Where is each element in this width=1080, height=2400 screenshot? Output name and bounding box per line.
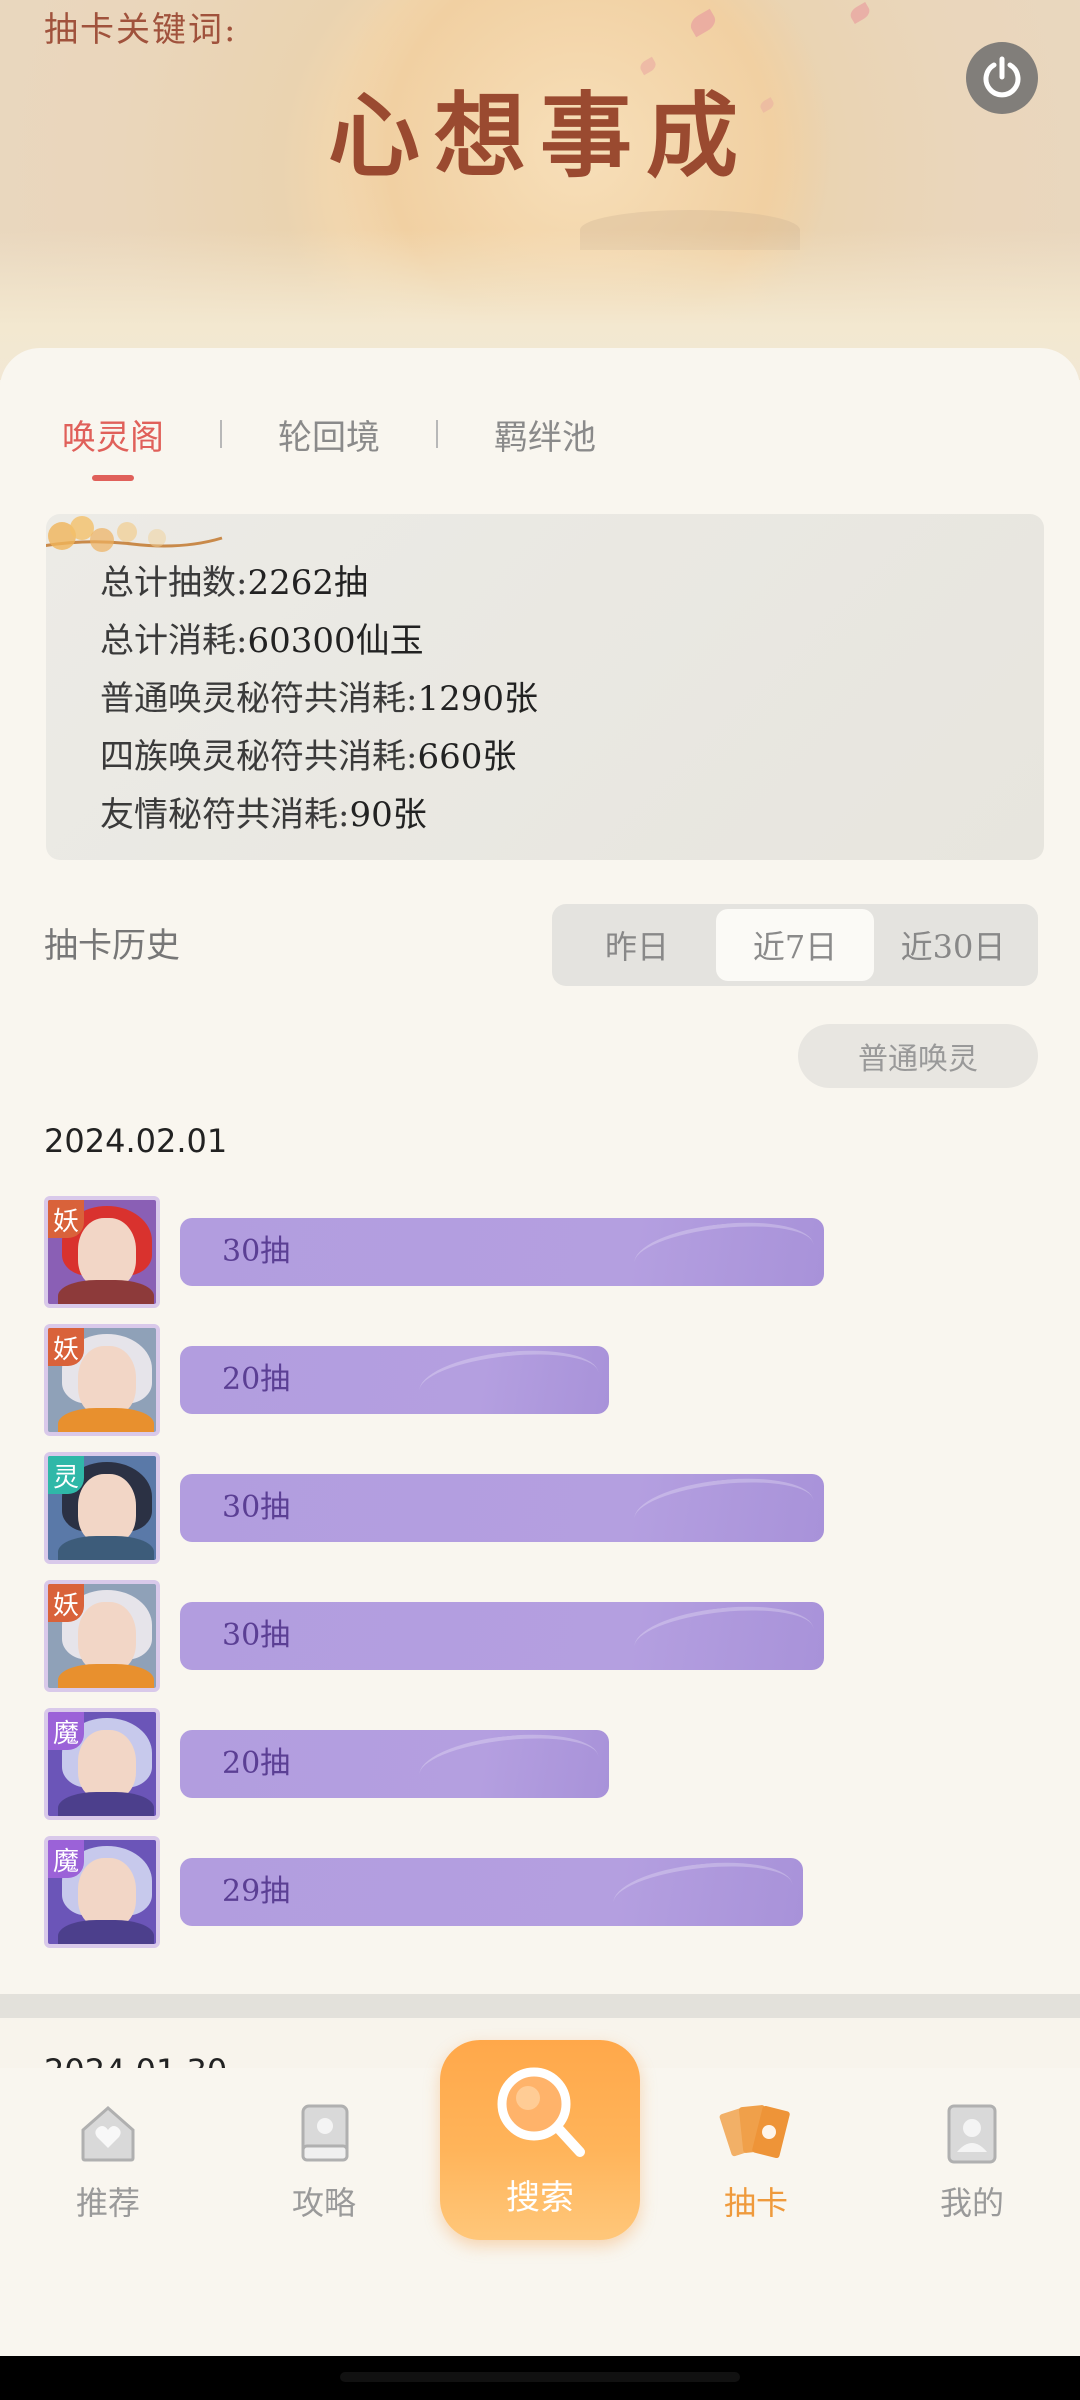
pull-count-label: 30抽 xyxy=(222,1490,291,1525)
book-icon xyxy=(301,2104,349,2162)
keyword-title: 心想事成 xyxy=(327,82,752,190)
history-date: 2024.02.01 xyxy=(44,1122,228,1160)
tab-divider xyxy=(436,420,438,448)
pull-count-bar: 30抽 xyxy=(180,1218,824,1286)
nav-label: 我的 xyxy=(939,2184,1004,2222)
history-label: 抽卡历史 xyxy=(44,926,180,966)
stat-normal-talisman: 普通唤灵秘符共消耗:1290张 xyxy=(100,670,1044,728)
tab-divider xyxy=(220,420,222,448)
history-row[interactable]: 魔 20抽 xyxy=(44,1708,1044,1820)
pull-count-label: 30抽 xyxy=(222,1234,291,1269)
keyword-label: 抽卡关键词: xyxy=(44,10,238,50)
character-avatar[interactable]: 灵 xyxy=(44,1452,160,1564)
pull-count-label: 29抽 xyxy=(222,1874,291,1909)
stat-value: 2262抽 xyxy=(247,563,368,603)
nav-profile[interactable]: 我的 xyxy=(892,2100,1052,2224)
nav-draw[interactable]: 抽卡 xyxy=(676,2100,836,2224)
home-indicator[interactable] xyxy=(340,2372,740,2382)
range-yesterday[interactable]: 昨日 xyxy=(558,909,716,981)
character-avatar[interactable]: 魔 xyxy=(44,1836,160,1948)
nav-label: 搜索 xyxy=(506,2178,574,2218)
clan-badge: 妖 xyxy=(48,1200,84,1238)
history-row[interactable]: 灵 30抽 xyxy=(44,1452,1044,1564)
tab-huanlingge[interactable]: 唤灵阁 xyxy=(62,410,164,481)
stat-key: 普通唤灵秘符共消耗: xyxy=(100,679,418,719)
stat-total-pulls: 总计抽数:2262抽 xyxy=(100,554,1044,612)
tab-lunhuijing[interactable]: 轮回境 xyxy=(278,410,380,459)
history-row[interactable]: 妖 30抽 xyxy=(44,1196,1044,1308)
nav-recommend[interactable]: 推荐 xyxy=(28,2100,188,2224)
petal-decoration xyxy=(847,1,873,25)
summon-type-filter[interactable]: 普通唤灵 xyxy=(798,1024,1038,1088)
range-30-days[interactable]: 近30日 xyxy=(874,909,1032,981)
character-avatar[interactable]: 妖 xyxy=(44,1196,160,1308)
avatar-face xyxy=(78,1474,136,1544)
avatar-body xyxy=(58,1408,154,1432)
nav-search-button[interactable]: 搜索 xyxy=(440,2040,640,2240)
tab-label: 唤灵阁 xyxy=(62,417,164,458)
pull-count-bar: 29抽 xyxy=(180,1858,803,1926)
range-7-days[interactable]: 近7日 xyxy=(716,909,874,981)
nav-label: 抽卡 xyxy=(723,2184,788,2222)
tab-label: 羁绊池 xyxy=(494,417,596,458)
home-heart-icon xyxy=(81,2106,135,2162)
stat-friendship-talisman: 友情秘符共消耗:90张 xyxy=(100,786,1044,844)
clan-badge: 妖 xyxy=(48,1584,84,1622)
stat-four-clan-talisman: 四族唤灵秘符共消耗:660张 xyxy=(100,728,1044,786)
profile-icon xyxy=(947,2104,997,2164)
avatar-face xyxy=(78,1602,136,1672)
range-segmented-control: 昨日 近7日 近30日 xyxy=(552,904,1038,986)
avatar-face xyxy=(78,1858,136,1928)
stat-key: 总计消耗: xyxy=(100,621,248,661)
tab-label: 轮回境 xyxy=(278,417,380,458)
pull-count-label: 30抽 xyxy=(222,1618,291,1653)
stat-key: 总计抽数: xyxy=(100,563,248,603)
pull-count-label: 20抽 xyxy=(222,1362,291,1397)
nav-guide[interactable]: 攻略 xyxy=(244,2100,404,2224)
clan-badge: 灵 xyxy=(48,1456,84,1494)
nav-label: 攻略 xyxy=(291,2184,356,2222)
blossom-branch-icon xyxy=(46,516,223,552)
search-icon xyxy=(497,2067,585,2157)
stat-value: 660张 xyxy=(417,737,517,777)
clan-badge: 妖 xyxy=(48,1328,84,1366)
stat-value: 90张 xyxy=(349,795,427,835)
power-icon xyxy=(983,56,1021,98)
history-row[interactable]: 妖 30抽 xyxy=(44,1580,1044,1692)
stats-panel: 总计抽数:2262抽 总计消耗:60300仙玉 普通唤灵秘符共消耗:1290张 … xyxy=(46,514,1044,860)
stat-key: 四族唤灵秘符共消耗: xyxy=(100,737,418,777)
clan-badge: 魔 xyxy=(48,1712,84,1750)
stat-total-cost: 总计消耗:60300仙玉 xyxy=(100,612,1044,670)
pull-count-bar: 30抽 xyxy=(180,1474,824,1542)
cards-icon xyxy=(719,2105,790,2159)
history-row[interactable]: 妖 20抽 xyxy=(44,1324,1044,1436)
avatar-face xyxy=(78,1730,136,1800)
avatar-body xyxy=(58,1536,154,1560)
nav-label: 推荐 xyxy=(75,2184,140,2222)
section-divider xyxy=(0,1994,1080,2018)
pull-count-bar: 30抽 xyxy=(180,1602,824,1670)
avatar-face xyxy=(78,1218,136,1288)
pull-count-bar: 20抽 xyxy=(180,1730,609,1798)
tab-jibanchi[interactable]: 羁绊池 xyxy=(494,410,596,459)
history-date-partial: 2024.01.30 xyxy=(44,2050,227,2070)
avatar-body xyxy=(58,1920,154,1944)
history-row[interactable]: 魔 29抽 xyxy=(44,1836,1044,1948)
character-avatar[interactable]: 魔 xyxy=(44,1708,160,1820)
stat-key: 友情秘符共消耗: xyxy=(100,795,350,835)
avatar-face xyxy=(78,1346,136,1416)
character-avatar[interactable]: 妖 xyxy=(44,1580,160,1692)
avatar-body xyxy=(58,1664,154,1688)
clan-badge: 魔 xyxy=(48,1840,84,1878)
stat-value: 1290张 xyxy=(417,679,538,719)
stat-value: 60300仙玉 xyxy=(247,621,424,661)
pull-count-bar: 20抽 xyxy=(180,1346,609,1414)
tab-underline xyxy=(92,474,134,481)
pool-tabs: 唤灵阁 轮回境 羁绊池 xyxy=(62,404,596,481)
avatar-body xyxy=(58,1280,154,1304)
avatar-body xyxy=(58,1792,154,1816)
pull-count-label: 20抽 xyxy=(222,1746,291,1781)
power-button[interactable] xyxy=(966,42,1038,114)
character-avatar[interactable]: 妖 xyxy=(44,1324,160,1436)
